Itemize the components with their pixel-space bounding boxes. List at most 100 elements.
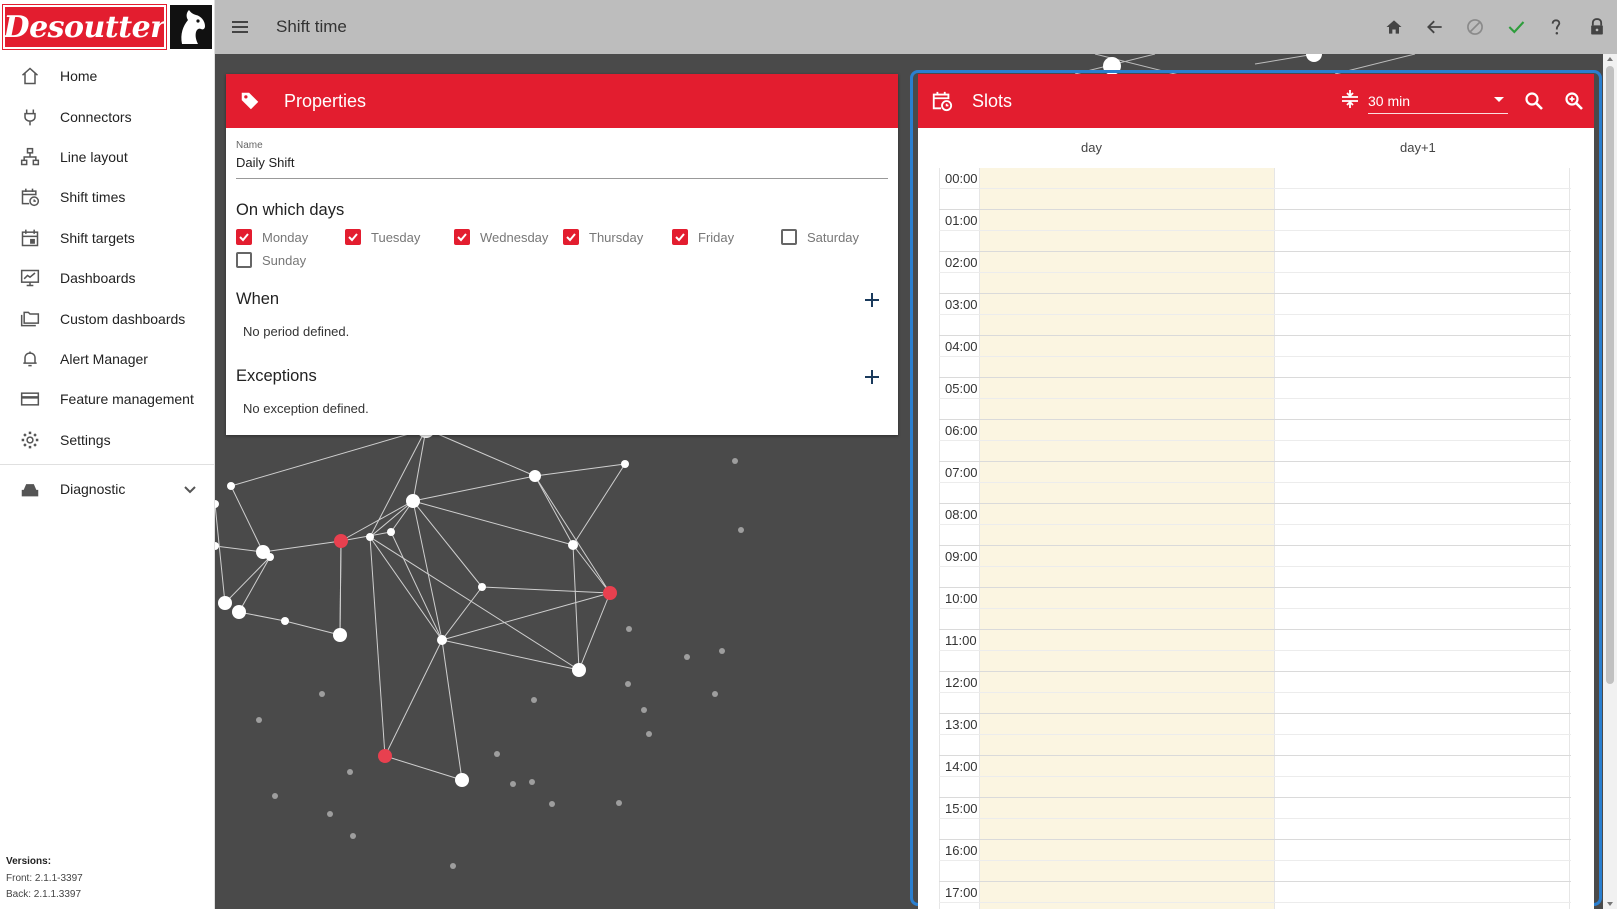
next-day-slot-cell[interactable] (1274, 861, 1570, 881)
day-slot-cell[interactable] (979, 651, 1274, 671)
next-day-slot-cell[interactable] (1274, 630, 1570, 650)
sidebar-item-diagnostic[interactable]: Diagnostic (0, 469, 215, 509)
sidebar-item-line-layout[interactable]: Line layout (0, 137, 215, 177)
day-slot-cell[interactable] (979, 252, 1274, 272)
checkbox-checked-icon[interactable] (236, 229, 252, 245)
zoom-out-button[interactable] (1514, 74, 1554, 128)
day-checkbox-monday[interactable]: Monday (236, 229, 345, 245)
day-slot-cell[interactable] (979, 777, 1274, 797)
checkbox-checked-icon[interactable] (454, 229, 470, 245)
scroll-thumb[interactable] (1606, 66, 1614, 684)
save-button[interactable] (1496, 0, 1537, 54)
day-slot-cell[interactable] (979, 735, 1274, 755)
day-slot-cell[interactable] (979, 294, 1274, 314)
next-day-slot-cell[interactable] (1274, 378, 1570, 398)
sidebar-item-dashboards[interactable]: Dashboards (0, 258, 215, 298)
day-checkbox-sunday[interactable]: Sunday (236, 252, 345, 268)
next-day-slot-cell[interactable] (1274, 336, 1570, 356)
next-day-slot-cell[interactable] (1274, 210, 1570, 230)
day-slot-cell[interactable] (979, 189, 1274, 209)
day-slot-cell[interactable] (979, 399, 1274, 419)
day-slot-cell[interactable] (979, 231, 1274, 251)
next-day-slot-cell[interactable] (1274, 903, 1570, 909)
next-day-slot-cell[interactable] (1274, 693, 1570, 713)
day-slot-cell[interactable] (979, 756, 1274, 776)
add-exception-button[interactable] (862, 367, 882, 387)
next-day-slot-cell[interactable] (1274, 357, 1570, 377)
next-day-slot-cell[interactable] (1274, 399, 1570, 419)
zoom-in-button[interactable] (1554, 74, 1594, 128)
day-slot-cell[interactable] (979, 504, 1274, 524)
day-checkbox-wednesday[interactable]: Wednesday (454, 229, 563, 245)
day-slot-cell[interactable] (979, 714, 1274, 734)
next-day-slot-cell[interactable] (1274, 546, 1570, 566)
next-day-slot-cell[interactable] (1274, 714, 1570, 734)
next-day-slot-cell[interactable] (1274, 735, 1570, 755)
next-day-slot-cell[interactable] (1274, 504, 1570, 524)
next-day-slot-cell[interactable] (1274, 651, 1570, 671)
day-slot-cell[interactable] (979, 315, 1274, 335)
day-checkbox-friday[interactable]: Friday (672, 229, 781, 245)
day-slot-cell[interactable] (979, 357, 1274, 377)
day-slot-cell[interactable] (979, 882, 1274, 902)
day-slot-cell[interactable] (979, 630, 1274, 650)
next-day-slot-cell[interactable] (1274, 462, 1570, 482)
checkbox-checked-icon[interactable] (672, 229, 688, 245)
day-slot-cell[interactable] (979, 168, 1274, 188)
day-slot-cell[interactable] (979, 483, 1274, 503)
lock-button[interactable] (1577, 0, 1617, 54)
sidebar-item-alert-manager[interactable]: Alert Manager (0, 339, 215, 379)
sidebar-item-feature-management[interactable]: Feature management (0, 379, 215, 419)
next-day-slot-cell[interactable] (1274, 798, 1570, 818)
day-slot-cell[interactable] (979, 840, 1274, 860)
day-slot-cell[interactable] (979, 567, 1274, 587)
cancel-button[interactable] (1455, 0, 1496, 54)
day-slot-cell[interactable] (979, 378, 1274, 398)
help-button[interactable] (1536, 0, 1577, 54)
sidebar-item-connectors[interactable]: Connectors (0, 96, 215, 136)
next-day-slot-cell[interactable] (1274, 252, 1570, 272)
day-slot-cell[interactable] (979, 609, 1274, 629)
next-day-slot-cell[interactable] (1274, 441, 1570, 461)
day-slot-cell[interactable] (979, 903, 1274, 909)
next-day-slot-cell[interactable] (1274, 672, 1570, 692)
next-day-slot-cell[interactable] (1274, 483, 1570, 503)
next-day-slot-cell[interactable] (1274, 777, 1570, 797)
day-slot-cell[interactable] (979, 546, 1274, 566)
name-input[interactable] (236, 155, 888, 170)
day-slot-cell[interactable] (979, 210, 1274, 230)
day-slot-cell[interactable] (979, 798, 1274, 818)
menu-button[interactable] (215, 0, 265, 54)
name-field[interactable]: Name (236, 140, 888, 179)
next-day-slot-cell[interactable] (1274, 819, 1570, 839)
day-checkbox-saturday[interactable]: Saturday (781, 229, 890, 245)
sidebar-item-settings[interactable]: Settings (0, 420, 215, 460)
day-slot-cell[interactable] (979, 420, 1274, 440)
day-slot-cell[interactable] (979, 462, 1274, 482)
back-button[interactable] (1415, 0, 1456, 54)
day-slot-cell[interactable] (979, 861, 1274, 881)
next-day-slot-cell[interactable] (1274, 420, 1570, 440)
next-day-slot-cell[interactable] (1274, 525, 1570, 545)
next-day-slot-cell[interactable] (1274, 315, 1570, 335)
next-day-slot-cell[interactable] (1274, 840, 1570, 860)
next-day-slot-cell[interactable] (1274, 882, 1570, 902)
checkbox-unchecked-icon[interactable] (781, 229, 797, 245)
checkbox-checked-icon[interactable] (345, 229, 361, 245)
day-slot-cell[interactable] (979, 441, 1274, 461)
page-scrollbar[interactable] (1603, 54, 1617, 909)
sidebar-item-home[interactable]: Home (0, 56, 215, 96)
sidebar-item-shift-times[interactable]: Shift times (0, 177, 215, 217)
day-slot-cell[interactable] (979, 693, 1274, 713)
day-slot-cell[interactable] (979, 588, 1274, 608)
day-slot-cell[interactable] (979, 819, 1274, 839)
day-checkbox-tuesday[interactable]: Tuesday (345, 229, 454, 245)
next-day-slot-cell[interactable] (1274, 189, 1570, 209)
checkbox-checked-icon[interactable] (563, 229, 579, 245)
next-day-slot-cell[interactable] (1274, 168, 1570, 188)
next-day-slot-cell[interactable] (1274, 273, 1570, 293)
next-day-slot-cell[interactable] (1274, 588, 1570, 608)
next-day-slot-cell[interactable] (1274, 756, 1570, 776)
scroll-up-arrow-icon[interactable] (1607, 57, 1613, 61)
checkbox-unchecked-icon[interactable] (236, 252, 252, 268)
